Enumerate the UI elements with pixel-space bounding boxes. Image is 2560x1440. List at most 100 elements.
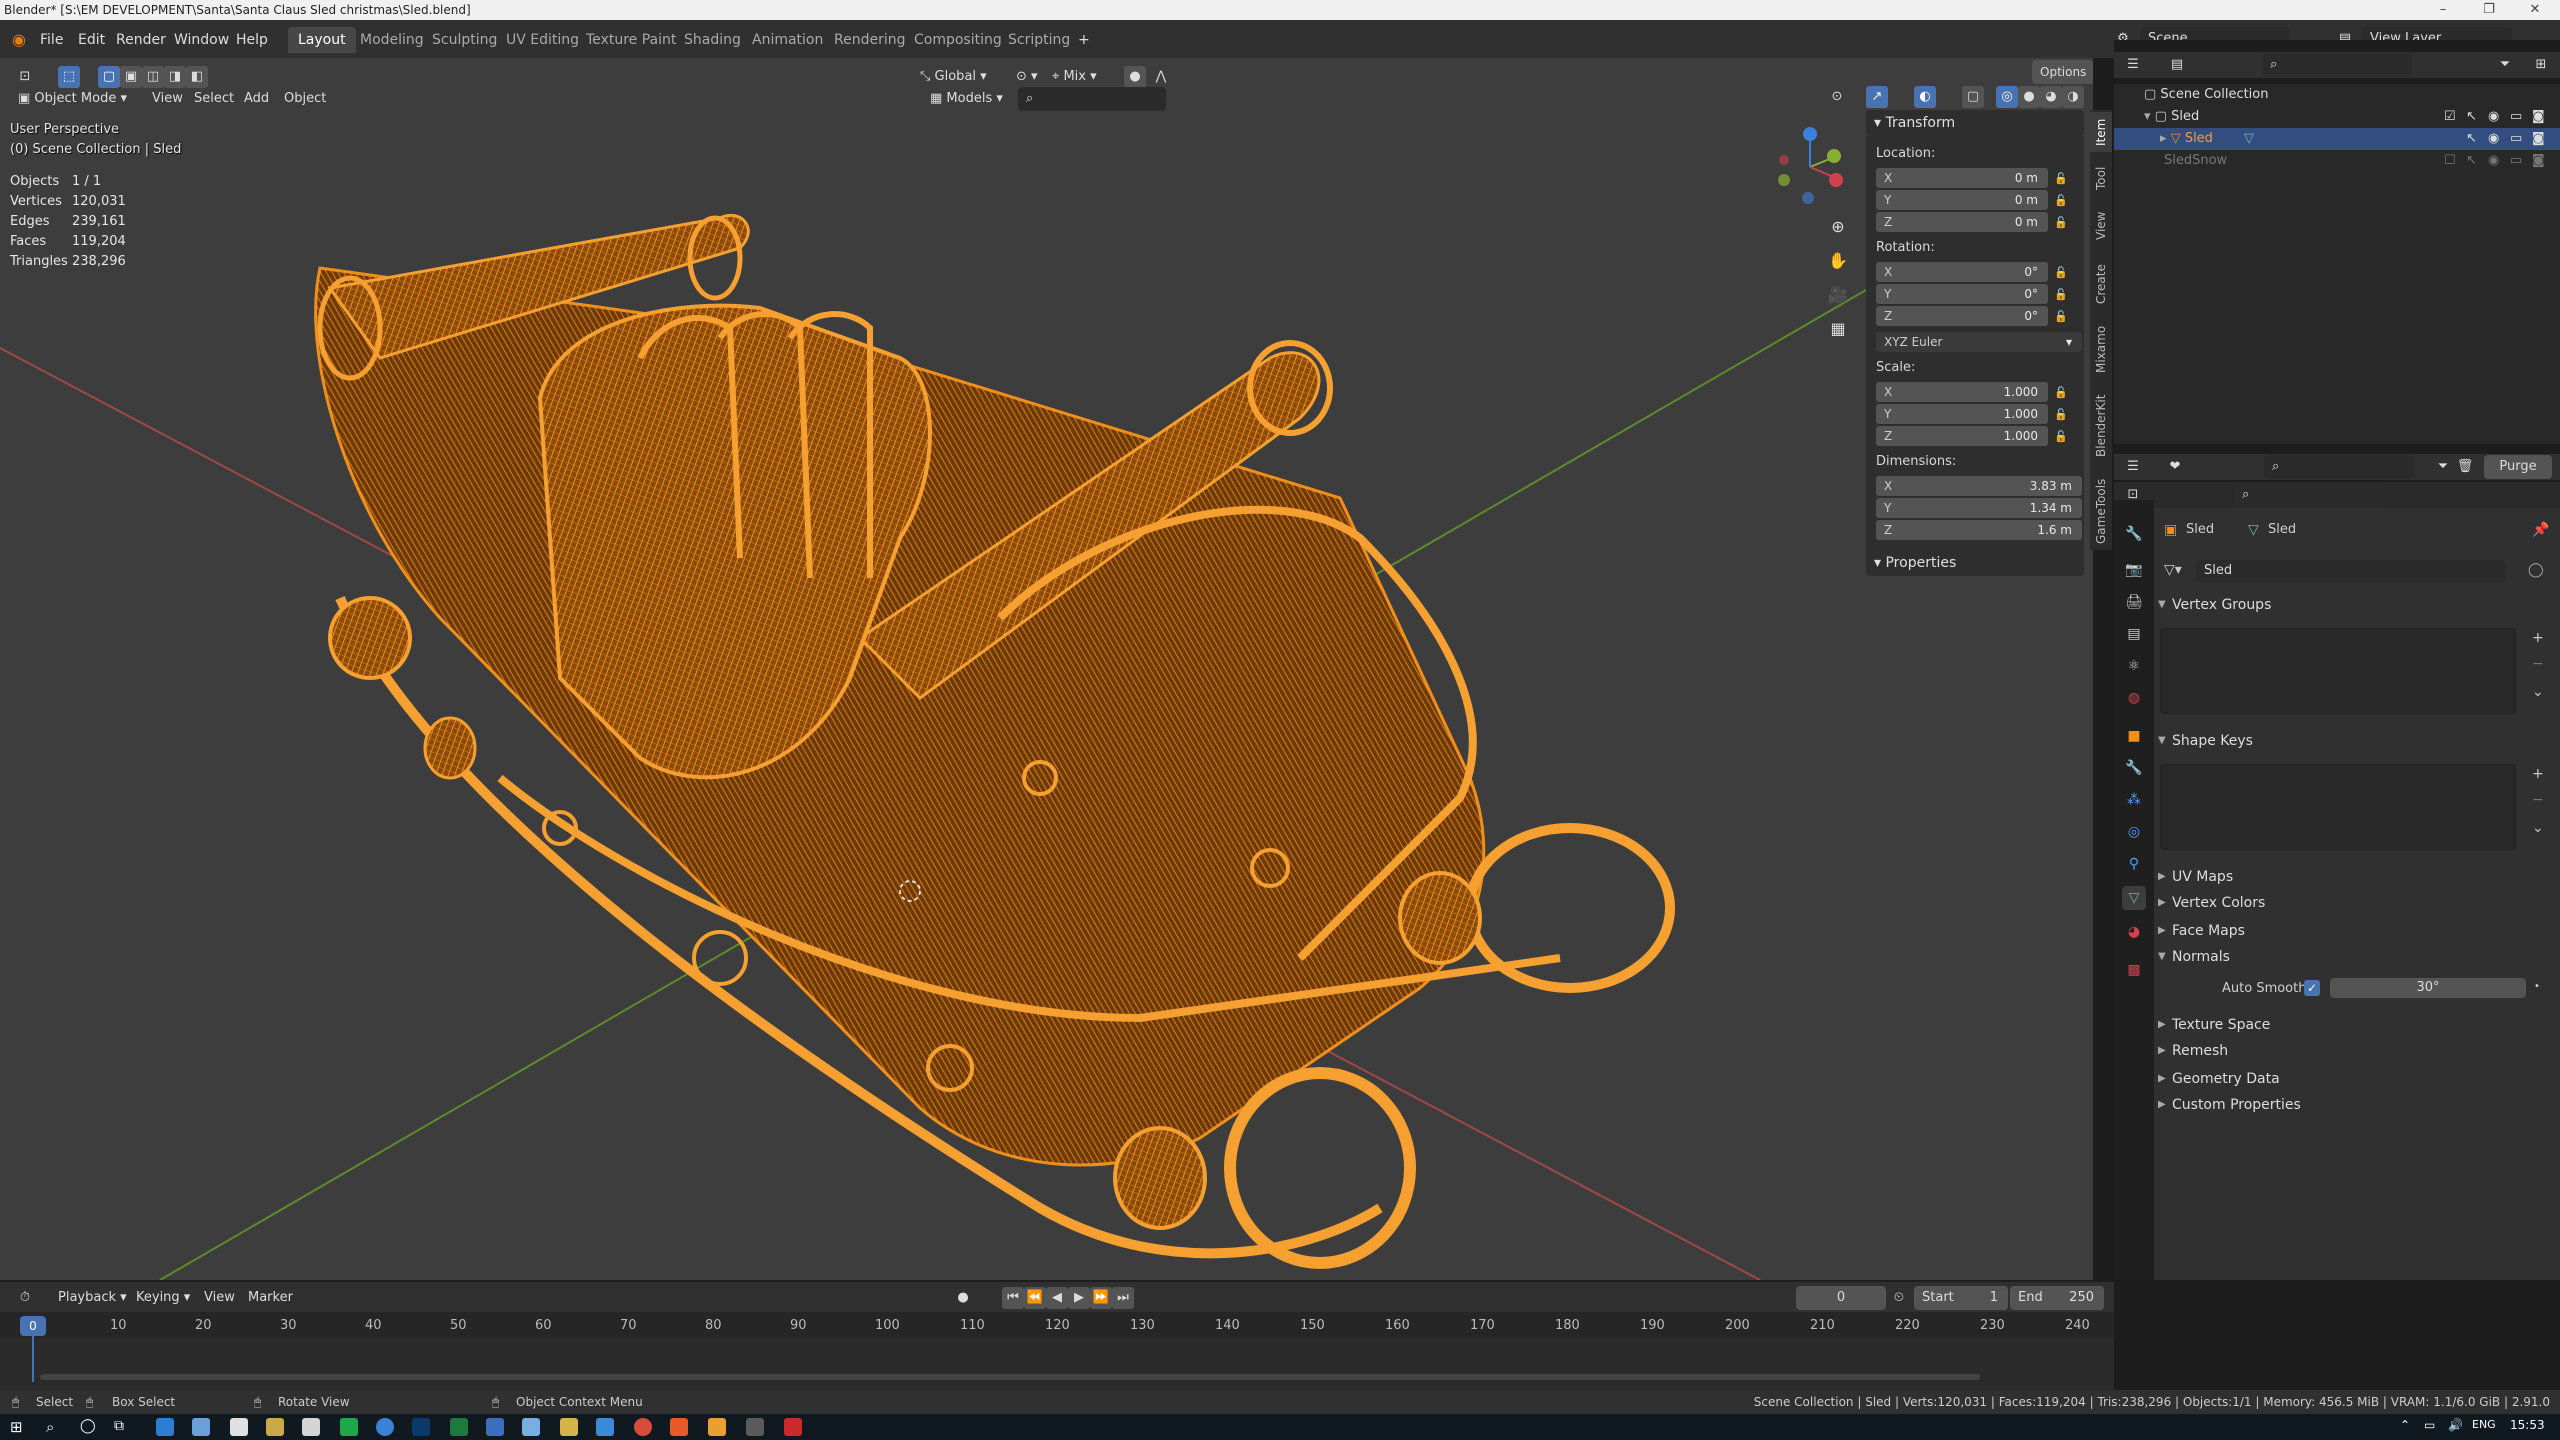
rendered-shading-icon[interactable]: ◑ (2062, 86, 2084, 108)
section-remesh[interactable]: ▶ Remesh (2156, 1038, 2548, 1064)
tab-layout[interactable]: Layout (288, 27, 356, 53)
lock-icon[interactable]: 🔓 (2054, 216, 2068, 230)
taskbar-app-icon[interactable] (376, 1418, 394, 1436)
keying-dropdown[interactable]: Keying ▾ (128, 1286, 198, 1310)
add-icon[interactable]: + (2532, 630, 2544, 646)
outliner-row-sled-collection[interactable]: ▾ ▢ Sled ☑ ↖ ◉ ▭ ◙ (2114, 106, 2560, 128)
vertex-groups-list[interactable] (2160, 628, 2516, 714)
gizmo-icon[interactable]: ↗ (1866, 86, 1888, 108)
lock-icon[interactable]: 🔓 (2054, 310, 2068, 324)
viewport-canvas[interactable] (0, 58, 2093, 1280)
menu-select[interactable]: Select (186, 87, 242, 111)
remove-icon[interactable]: − (2532, 792, 2544, 808)
tab-view[interactable]: View (2090, 206, 2112, 246)
selectable-icon[interactable]: ↖ (2466, 106, 2477, 128)
zoom-icon[interactable]: ⊕ (1827, 216, 1849, 238)
chevron-down-icon[interactable]: ⌄ (2532, 684, 2544, 700)
tab-item[interactable]: Item (2090, 112, 2112, 152)
taskbar-app-icon[interactable] (412, 1418, 430, 1436)
tab-compositing[interactable]: Compositing (904, 27, 1012, 53)
tab-create[interactable]: Create (2090, 256, 2112, 312)
new-collection-icon[interactable]: ⊞ (2530, 54, 2552, 76)
lock-icon[interactable]: 🔓 (2054, 386, 2068, 400)
dimensions-x-field[interactable]: X 3.83 m (1876, 476, 2082, 496)
menu-window[interactable]: Window (168, 29, 235, 51)
rotation-z-field[interactable]: Z 0° (1876, 306, 2048, 326)
minimize-icon[interactable]: – (2420, 0, 2466, 20)
lock-icon[interactable]: 🔓 (2054, 266, 2068, 280)
mesh-data-icon[interactable]: ▽ (2244, 128, 2254, 150)
pin-icon[interactable]: 📌 (2532, 522, 2549, 538)
display-mode-icon[interactable]: ❤ (2164, 456, 2186, 478)
scale-y-field[interactable]: Y 1.000 (1876, 404, 2048, 424)
mesh-name-field[interactable]: Sled (2196, 560, 2506, 582)
wireframe-shading-icon[interactable]: ◎ (1996, 86, 2018, 108)
taskbar-app-icon[interactable] (522, 1418, 540, 1436)
section-texture-space[interactable]: ▶ Texture Space (2156, 1012, 2548, 1038)
tab-rendering[interactable]: Rendering (824, 27, 916, 53)
auto-smooth-checkbox[interactable]: ✓ (2304, 980, 2320, 996)
constraints-tab-icon[interactable]: ⚲ (2122, 852, 2146, 876)
taskbar-app-icon[interactable] (340, 1418, 358, 1436)
tab-blenderkit[interactable]: BlenderKit (2090, 386, 2112, 466)
output-tab-icon[interactable]: 🖨 (2122, 590, 2146, 614)
ime-icon[interactable]: ENG (2472, 1418, 2496, 1436)
taskbar-app-icon[interactable] (156, 1418, 174, 1436)
menu-view[interactable]: View (196, 1286, 243, 1310)
menu-file[interactable]: File (34, 29, 69, 51)
lock-icon[interactable]: 🔓 (2054, 430, 2068, 444)
exclude-checkbox[interactable]: ☐ (2444, 150, 2456, 172)
camera-icon[interactable]: 🎥 (1827, 284, 1849, 306)
disable-viewport-icon[interactable]: ▭ (2510, 150, 2522, 172)
expand-icon[interactable]: ▾ (2144, 109, 2155, 124)
jump-start-icon[interactable]: ⏮ (1002, 1287, 1024, 1309)
timeline-editor-icon[interactable]: ⏱ (14, 1287, 36, 1309)
tab-sculpting[interactable]: Sculpting (422, 27, 507, 53)
task-view-icon[interactable]: ⧉ (114, 1418, 132, 1436)
mesh-data-tab-icon[interactable]: ▽ (2122, 886, 2146, 910)
lock-icon[interactable]: 🔓 (2054, 194, 2068, 208)
section-face-maps[interactable]: ▶ Face Maps (2156, 918, 2548, 944)
taskbar-app-icon[interactable] (302, 1418, 320, 1436)
mesh-browse-icon[interactable]: ▽▾ (2164, 562, 2182, 578)
render-icon[interactable]: ◙ (2532, 106, 2545, 128)
mode-dropdown[interactable]: ▣ Object Mode ▾ (10, 87, 135, 111)
section-vertex-groups[interactable]: ▼ Vertex Groups (2156, 592, 2548, 618)
menu-add[interactable]: Add (236, 87, 277, 111)
disable-viewport-icon[interactable]: ▭ (2510, 106, 2522, 128)
location-y-field[interactable]: Y 0 m (1876, 190, 2048, 210)
outliner-row-scene-collection[interactable]: ▢ Scene Collection (2114, 84, 2560, 106)
expand-icon[interactable]: ▸ (2160, 131, 2171, 146)
object-tab-icon[interactable]: ■ (2122, 724, 2146, 748)
shape-keys-list[interactable] (2160, 764, 2516, 850)
particles-tab-icon[interactable]: ⁂ (2122, 788, 2146, 812)
section-custom-properties[interactable]: ▶ Custom Properties (2156, 1092, 2548, 1118)
chevron-down-icon[interactable]: ⌄ (2532, 820, 2544, 836)
section-geometry-data[interactable]: ▶ Geometry Data (2156, 1066, 2548, 1092)
menu-edit[interactable]: Edit (72, 29, 111, 51)
modifier-tab-icon[interactable]: 🔧 (2122, 756, 2146, 780)
outliner-editor-icon[interactable]: ☰ (2122, 54, 2144, 76)
taskbar-app-icon[interactable] (230, 1418, 248, 1436)
taskbar-app-icon[interactable] (192, 1418, 210, 1436)
physics-tab-icon[interactable]: ◎ (2122, 820, 2146, 844)
taskbar-app-icon[interactable] (634, 1418, 652, 1436)
world-tab-icon[interactable]: ◍ (2122, 686, 2146, 710)
section-uv-maps[interactable]: ▶ UV Maps (2156, 864, 2548, 890)
outliner-search-input[interactable]: ⌕ (2262, 53, 2412, 77)
rotation-x-field[interactable]: X 0° (1876, 262, 2048, 282)
selectable-icon[interactable]: ↖ (2466, 128, 2477, 150)
taskbar-app-icon[interactable] (784, 1418, 802, 1436)
rotation-y-field[interactable]: Y 0° (1876, 284, 2048, 304)
navigation-gizmo[interactable] (1770, 122, 1850, 212)
dimensions-z-field[interactable]: Z 1.6 m (1876, 520, 2082, 540)
render-tab-icon[interactable]: 📷 (2122, 558, 2146, 582)
taskbar-app-icon[interactable] (486, 1418, 504, 1436)
next-keyframe-icon[interactable]: ⏩ (1090, 1287, 1112, 1309)
visibility-icon[interactable]: ⊙ (1826, 86, 1848, 108)
taskbar-app-icon[interactable] (560, 1418, 578, 1436)
grid-view-icon[interactable]: ▦ (1827, 318, 1849, 340)
lock-icon[interactable]: 🔓 (2054, 408, 2068, 422)
transform-panel-header[interactable]: ▾ Transform (1866, 110, 2084, 136)
tab-mixamo[interactable]: Mixamo (2090, 318, 2112, 380)
